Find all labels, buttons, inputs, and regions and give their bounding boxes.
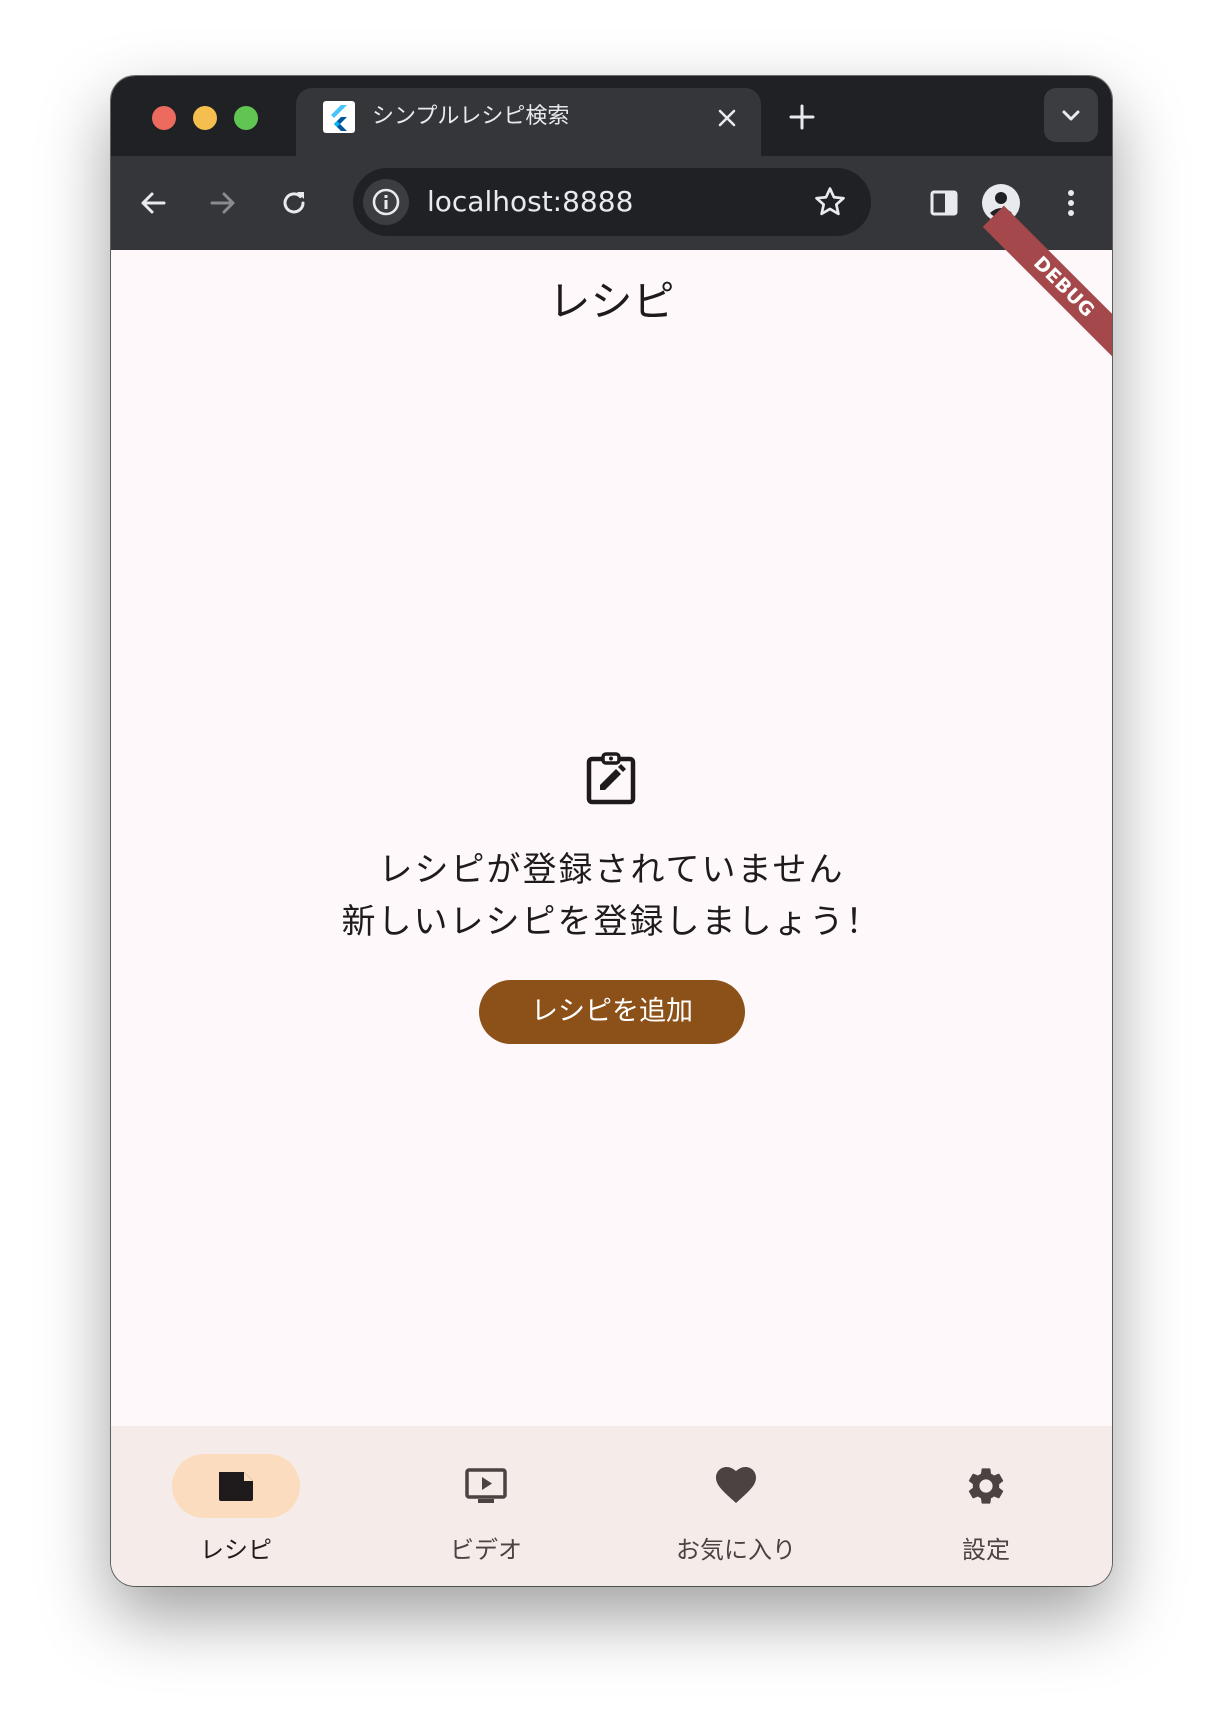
- maximize-window-button[interactable]: [234, 106, 258, 130]
- tab-strip: シンプルレシピ検索: [111, 76, 1112, 156]
- more-menu-icon[interactable]: [1053, 185, 1089, 221]
- browser-tab[interactable]: シンプルレシピ検索: [296, 88, 761, 156]
- new-tab-icon[interactable]: [785, 100, 819, 134]
- minimize-window-button[interactable]: [193, 106, 217, 130]
- gear-icon: [964, 1464, 1008, 1508]
- tab-title: シンプルレシピ検索: [372, 104, 570, 129]
- nav-label-recipes: レシピ: [200, 1536, 272, 1564]
- browser-toolbar: localhost:8888: [111, 156, 1112, 250]
- assignment-edit-icon: [583, 750, 639, 806]
- empty-state-hint: 新しいレシピを登録しましょう！: [341, 902, 882, 942]
- address-bar[interactable]: localhost:8888: [353, 168, 871, 236]
- back-arrow-icon[interactable]: [135, 185, 171, 221]
- flutter-favicon-icon: [323, 101, 355, 133]
- app-content: レシピ DEBUG レシピが登録されていません 新しいレシピを登録しましょう！ …: [111, 205, 1112, 1426]
- bookmark-star-icon[interactable]: [811, 183, 849, 221]
- close-window-button[interactable]: [152, 106, 176, 130]
- nav-item-settings[interactable]: 設定: [861, 1426, 1111, 1586]
- nav-item-videos[interactable]: ビデオ: [361, 1426, 611, 1586]
- tab-search-button[interactable]: [1044, 88, 1098, 142]
- video-icon: [464, 1464, 508, 1508]
- close-tab-icon[interactable]: [715, 106, 739, 130]
- bottom-navigation: レシピ ビデオ お気に入り 設定: [111, 1426, 1112, 1586]
- nav-label-settings: 設定: [962, 1536, 1010, 1564]
- empty-state-message: レシピが登録されていません: [378, 850, 845, 890]
- url-text: localhost:8888: [427, 185, 634, 218]
- heart-icon: [714, 1464, 758, 1508]
- site-info-icon[interactable]: [363, 179, 409, 225]
- browser-window: シンプルレシピ検索 localhost:8888 レシピ DEBUG レシピが登…: [111, 76, 1112, 1586]
- add-recipe-button[interactable]: レシピを追加: [479, 980, 745, 1044]
- forward-arrow-icon[interactable]: [205, 185, 241, 221]
- nav-label-favorites: お気に入り: [676, 1536, 796, 1564]
- nav-item-recipes[interactable]: レシピ: [111, 1426, 361, 1586]
- nav-item-favorites[interactable]: お気に入り: [611, 1426, 861, 1586]
- nav-label-videos: ビデオ: [450, 1536, 522, 1564]
- side-panel-icon[interactable]: [926, 185, 962, 221]
- recipe-icon: [214, 1464, 258, 1508]
- page-title: レシピ: [548, 277, 675, 326]
- reload-icon[interactable]: [276, 185, 312, 221]
